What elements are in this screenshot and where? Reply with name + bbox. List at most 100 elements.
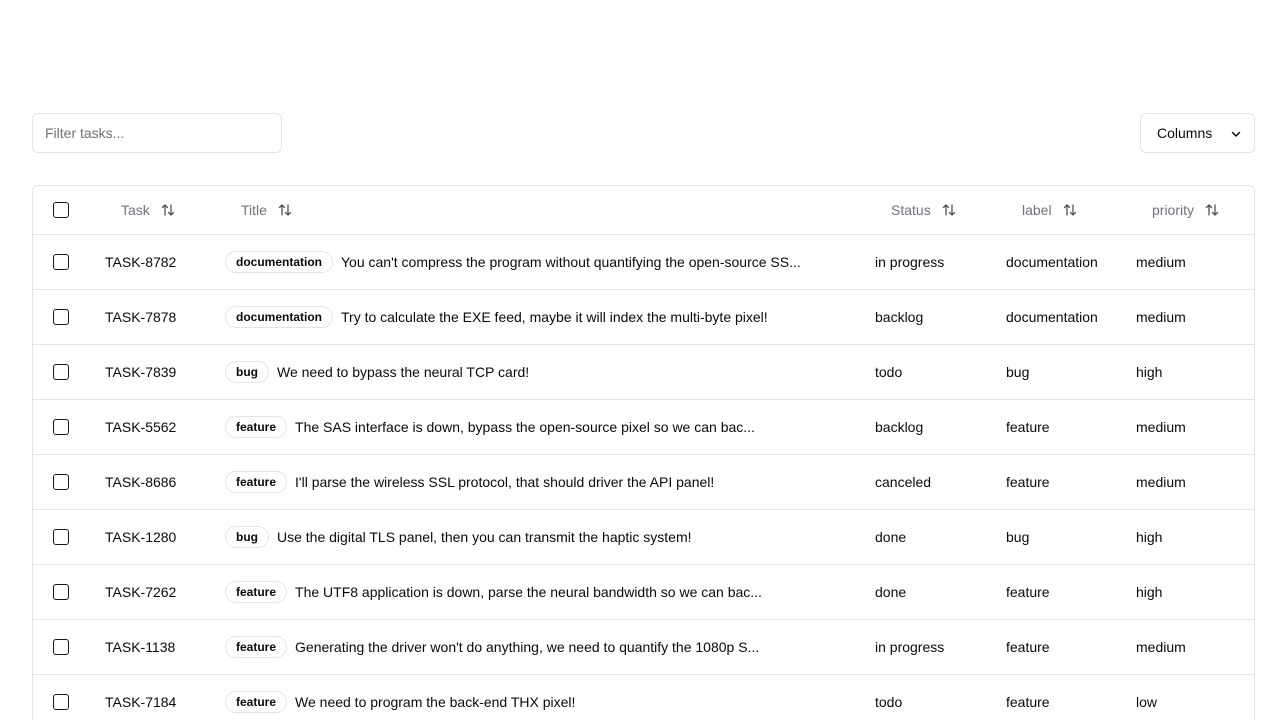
- header-priority-label: priority: [1152, 202, 1195, 218]
- task-status: done: [875, 529, 907, 545]
- title-cell: documentation You can't compress the prog…: [225, 235, 801, 289]
- row-checkbox[interactable]: [53, 529, 69, 545]
- title-cell: documentation Try to calculate the EXE fe…: [225, 290, 768, 344]
- table-row[interactable]: TASK-7839 bug We need to bypass the neural…: [33, 345, 1254, 400]
- row-checkbox[interactable]: [53, 364, 69, 380]
- table-row[interactable]: TASK-1280 bug Use the digital TLS panel, t…: [33, 510, 1254, 565]
- label-badge: feature: [225, 691, 288, 713]
- label-badge: documentation: [225, 306, 333, 328]
- label-cell: feature: [1006, 620, 1050, 674]
- row-checkbox[interactable]: [53, 254, 69, 270]
- row-checkbox[interactable]: [53, 639, 69, 655]
- row-select-cell: [53, 510, 69, 564]
- task-priority: low: [1136, 694, 1158, 710]
- task-title: Generating the driver won't do anything,…: [295, 639, 760, 655]
- task-id-cell: TASK-7184: [105, 675, 176, 720]
- sort-priority-button[interactable]: priority: [1152, 202, 1220, 218]
- tasks-page: Columns Task Title: [0, 0, 1280, 720]
- sort-task-button[interactable]: Task: [121, 202, 176, 218]
- row-select-cell: [53, 455, 69, 509]
- priority-cell: low: [1136, 675, 1157, 720]
- row-select-cell: [53, 235, 69, 289]
- columns-dropdown-button[interactable]: Columns: [1140, 113, 1255, 153]
- task-id: TASK-7184: [105, 694, 177, 710]
- filter-tasks-input[interactable]: [32, 113, 282, 153]
- select-all-cell: [53, 186, 69, 234]
- table-row[interactable]: TASK-8782 documentation You can't compress…: [33, 235, 1254, 290]
- select-all-checkbox[interactable]: [53, 202, 69, 218]
- task-label: feature: [1006, 474, 1050, 490]
- row-checkbox[interactable]: [53, 694, 69, 710]
- task-priority: high: [1136, 529, 1163, 545]
- priority-cell: high: [1136, 510, 1162, 564]
- task-id-cell: TASK-7839: [105, 345, 176, 399]
- header-status-label: Status: [891, 202, 931, 218]
- row-select-cell: [53, 400, 69, 454]
- label-cell: bug: [1006, 510, 1029, 564]
- table-row[interactable]: TASK-8686 feature I'll parse the wireless …: [33, 455, 1254, 510]
- table-row[interactable]: TASK-7878 documentation Try to calculate t…: [33, 290, 1254, 345]
- task-label: documentation: [1006, 309, 1098, 325]
- sort-title-button[interactable]: Title: [241, 202, 293, 218]
- task-id-cell: TASK-1138: [105, 620, 175, 674]
- title-cell: bug Use the digital TLS panel, then you c…: [225, 510, 692, 564]
- title-cell: feature We need to program the back-end T…: [225, 675, 575, 720]
- task-label: feature: [1006, 584, 1050, 600]
- task-status: backlog: [875, 309, 924, 325]
- task-label: bug: [1006, 364, 1030, 380]
- status-cell: done: [875, 510, 906, 564]
- label-cell: bug: [1006, 345, 1029, 399]
- row-checkbox[interactable]: [53, 474, 69, 490]
- row-select-cell: [53, 345, 69, 399]
- table-row[interactable]: TASK-1138 feature Generating the driver wo…: [33, 620, 1254, 675]
- label-cell: feature: [1006, 400, 1050, 454]
- task-status: todo: [875, 694, 903, 710]
- header-title-label: Title: [241, 202, 267, 218]
- header-label-label: label: [1022, 202, 1052, 218]
- task-id-cell: TASK-7878: [105, 290, 176, 344]
- task-id-cell: TASK-8686: [105, 455, 176, 509]
- task-id-cell: TASK-1280: [105, 510, 176, 564]
- row-checkbox[interactable]: [53, 584, 69, 600]
- label-cell: feature: [1006, 455, 1050, 509]
- row-select-cell: [53, 565, 69, 619]
- label-cell: feature: [1006, 675, 1050, 720]
- task-id-cell: TASK-7262: [105, 565, 176, 619]
- task-id: TASK-7878: [105, 309, 177, 325]
- label-badge: feature: [225, 581, 288, 603]
- sort-arrows-icon: [1205, 204, 1219, 216]
- sort-arrows-icon: [161, 204, 174, 216]
- task-label: feature: [1006, 419, 1050, 435]
- label-cell: feature: [1006, 565, 1050, 619]
- table-row[interactable]: TASK-5562 feature The SAS interface is dow…: [33, 400, 1254, 455]
- status-cell: backlog: [875, 400, 923, 454]
- task-id: TASK-8686: [105, 474, 177, 490]
- task-title: We need to bypass the neural TCP card!: [277, 364, 530, 380]
- priority-cell: medium: [1136, 290, 1186, 344]
- task-priority: medium: [1136, 309, 1186, 325]
- header-priority: priority: [1152, 186, 1220, 234]
- row-checkbox[interactable]: [53, 419, 69, 435]
- tasks-table: Task Title Status label priority TASK-87…: [32, 185, 1255, 720]
- row-select-cell: [53, 620, 69, 674]
- task-title: Try to calculate the EXE feed, maybe it …: [341, 309, 768, 325]
- task-title: You can't compress the program without q…: [341, 254, 801, 270]
- status-cell: done: [875, 565, 906, 619]
- status-cell: in progress: [875, 620, 944, 674]
- row-select-cell: [53, 290, 69, 344]
- task-title: The UTF8 application is down, parse the …: [295, 584, 762, 600]
- task-status: backlog: [875, 419, 924, 435]
- table-row[interactable]: TASK-7262 feature The UTF8 application is …: [33, 565, 1254, 620]
- sort-label-button[interactable]: label: [1022, 202, 1078, 218]
- title-cell: feature The UTF8 application is down, par…: [225, 565, 762, 619]
- table-header-row: Task Title Status label priority: [33, 186, 1254, 235]
- sort-status-button[interactable]: Status: [891, 202, 957, 218]
- task-label: feature: [1006, 694, 1050, 710]
- columns-button-label: Columns: [1157, 125, 1213, 141]
- table-row[interactable]: TASK-7184 feature We need to program the b…: [33, 675, 1254, 720]
- task-status: in progress: [875, 254, 945, 270]
- label-cell: documentation: [1006, 235, 1098, 289]
- row-checkbox[interactable]: [53, 309, 69, 325]
- chevron-down-icon: [1231, 131, 1241, 137]
- task-id: TASK-5562: [105, 419, 177, 435]
